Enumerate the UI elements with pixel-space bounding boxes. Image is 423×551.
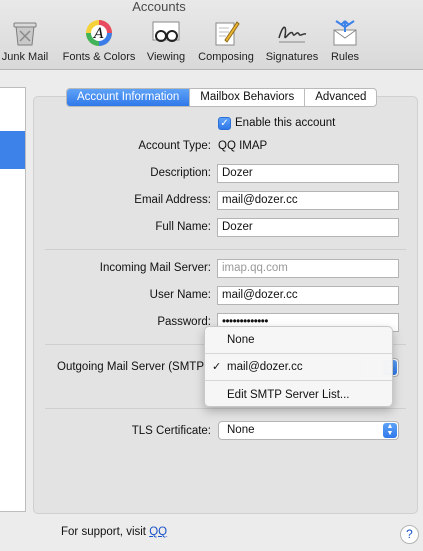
- tab-mailbox-behaviors[interactable]: Mailbox Behaviors: [190, 89, 306, 106]
- toolbar-label: Viewing: [146, 51, 186, 63]
- window-title: Accounts: [132, 0, 186, 14]
- tls-certificate-value: None: [227, 424, 255, 436]
- menu-item-none[interactable]: None: [205, 330, 392, 350]
- tls-certificate-label: TLS Certificate:: [131, 425, 211, 437]
- junk-mail-icon: [13, 22, 37, 46]
- full-name-label: Full Name:: [155, 221, 211, 233]
- toolbar-signatures[interactable]: Signatures: [262, 18, 322, 68]
- section-divider: [45, 249, 406, 250]
- account-type-label: Account Type:: [138, 140, 211, 152]
- toolbar-label: Rules: [330, 51, 360, 63]
- account-settings-panel: [33, 96, 418, 514]
- toolbar-label: Signatures: [265, 51, 319, 63]
- accounts-list[interactable]: [0, 87, 26, 512]
- toolbar-rules[interactable]: Rules: [327, 18, 363, 68]
- menu-item-edit-smtp-list[interactable]: Edit SMTP Server List...: [205, 385, 392, 405]
- menu-item-mail-dozer[interactable]: ✓ mail@dozer.cc: [205, 357, 392, 377]
- toolbar-fonts-colors[interactable]: A Fonts & Colors: [58, 18, 140, 68]
- toolbar-junk-mail[interactable]: Junk Mail: [0, 18, 53, 68]
- selected-account-row[interactable]: [0, 131, 25, 169]
- toolbar-label: Composing: [198, 51, 254, 63]
- section-divider: [45, 408, 406, 409]
- tab-advanced[interactable]: Advanced: [305, 89, 376, 106]
- viewing-icon: [152, 21, 180, 42]
- menu-separator: [205, 353, 392, 354]
- menu-item-label: mail@dozer.cc: [227, 361, 303, 373]
- password-label: Password:: [157, 316, 211, 328]
- preferences-toolbar: Accounts Junk Mail A Fonts & Colors View…: [0, 0, 423, 70]
- help-button[interactable]: ?: [400, 525, 419, 544]
- description-field[interactable]: Dozer: [217, 164, 399, 183]
- composing-icon: [215, 21, 240, 46]
- user-name-label: User Name:: [149, 289, 211, 301]
- support-text: For support, visit QQ: [61, 526, 167, 538]
- email-address-field[interactable]: mail@dozer.cc: [217, 191, 399, 210]
- tls-certificate-popup[interactable]: None ▲ ▼: [218, 421, 399, 440]
- outgoing-server-label: Outgoing Mail Server (SMTP: [57, 361, 204, 373]
- toolbar-viewing[interactable]: Viewing: [143, 18, 189, 68]
- signatures-icon: [278, 26, 307, 43]
- account-type-value: QQ IMAP: [218, 140, 268, 152]
- toolbar-label: Junk Mail: [1, 51, 49, 63]
- support-prefix: For support, visit: [61, 526, 150, 538]
- settings-tabs: Account Information Mailbox Behaviors Ad…: [66, 88, 378, 107]
- enable-account-label: Enable this account: [235, 117, 336, 129]
- svg-text:A: A: [92, 26, 104, 42]
- user-name-field[interactable]: mail@dozer.cc: [217, 286, 399, 305]
- incoming-server-label: Incoming Mail Server:: [99, 262, 211, 274]
- description-label: Description:: [150, 167, 211, 179]
- enable-account-checkbox[interactable]: ✓: [218, 117, 231, 130]
- toolbar-composing[interactable]: Composing: [195, 18, 257, 68]
- smtp-server-menu: None ✓ mail@dozer.cc Edit SMTP Server Li…: [204, 326, 393, 407]
- incoming-server-field[interactable]: imap.qq.com: [217, 259, 399, 278]
- support-link[interactable]: QQ: [149, 526, 167, 538]
- checkmark-icon: ✓: [212, 361, 222, 373]
- full-name-field[interactable]: Dozer: [217, 218, 399, 237]
- tab-account-information[interactable]: Account Information: [67, 89, 191, 106]
- popup-chevron-icon: ▲▼: [383, 423, 397, 438]
- fonts-colors-icon: A: [86, 20, 112, 46]
- email-address-label: Email Address:: [134, 194, 211, 206]
- rules-icon: [333, 20, 357, 46]
- toolbar-label: Fonts & Colors: [62, 51, 136, 63]
- menu-separator: [205, 380, 392, 381]
